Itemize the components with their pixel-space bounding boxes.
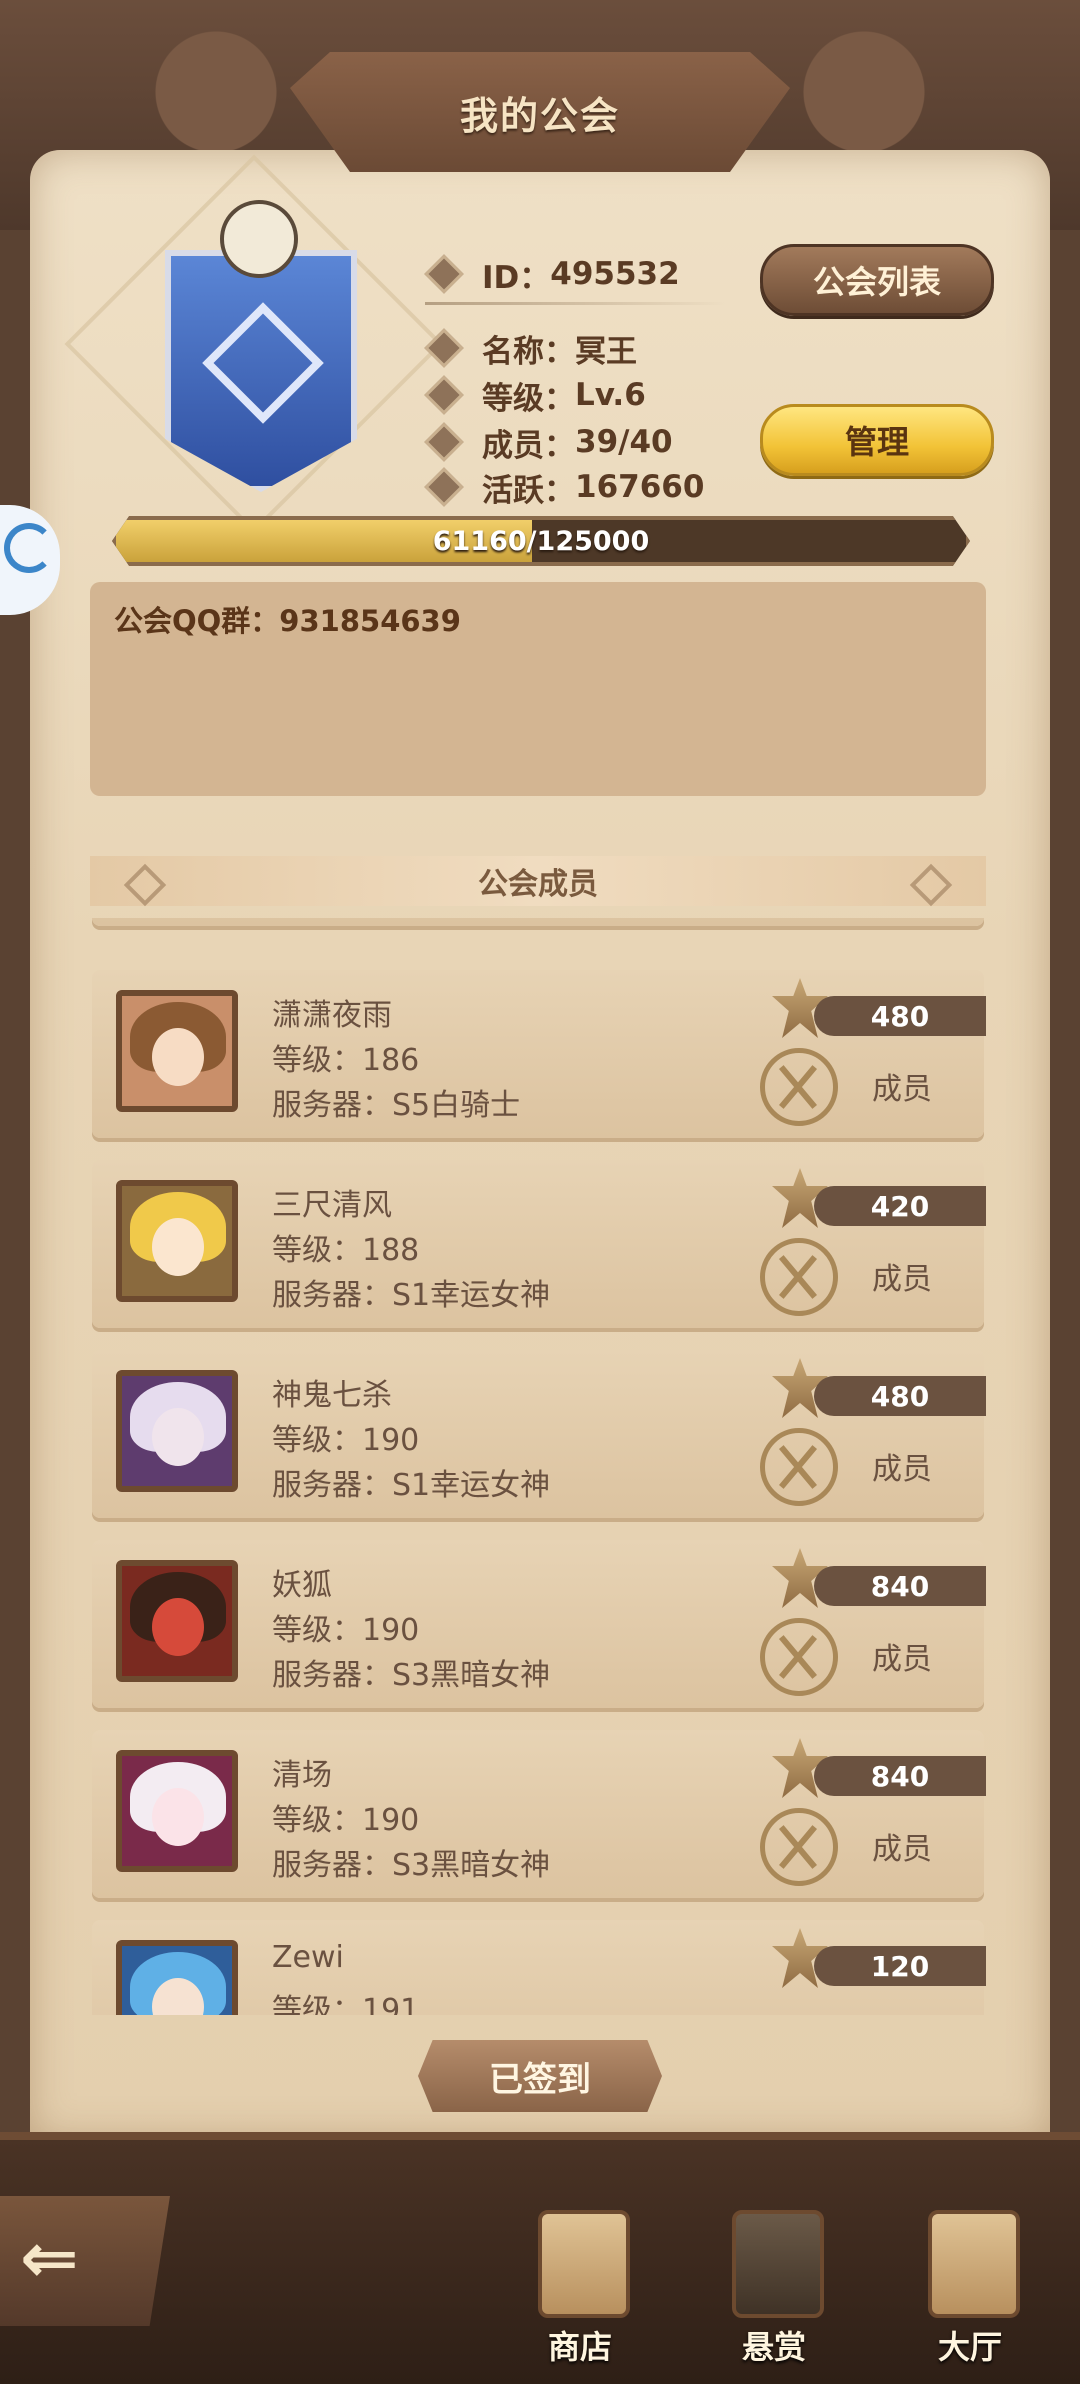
signed-in-button[interactable]: 已签到: [418, 2040, 662, 2112]
member-role: 成员: [872, 1262, 932, 1297]
member-role: 成员: [872, 1832, 932, 1867]
ornament-icon: [123, 863, 167, 907]
contribution-score: 120: [814, 1946, 986, 1986]
guild-id-value: 495532: [550, 256, 680, 292]
member-server: 服务器：S3黑暗女神: [272, 1658, 551, 1693]
announcement-box: 公会QQ群：931854639: [90, 582, 986, 796]
avatar[interactable]: [116, 1180, 238, 1302]
member-level: 等级：188: [272, 1233, 420, 1268]
guild-name-row: 名称： 冥王: [424, 326, 637, 370]
member-name: 潇潇夜雨: [272, 998, 392, 1033]
guild-id-row: ID： 495532: [424, 252, 680, 296]
list-item[interactable]: Zewi 等级：191 120: [92, 1920, 986, 2015]
guild-exp-progress: 61160/125000: [112, 516, 970, 566]
guild-activity-row: 活跃： 167660: [424, 465, 705, 509]
swords-role-icon: [760, 1808, 838, 1886]
member-level: 等级：191: [272, 1993, 420, 2015]
member-role: 成员: [872, 1072, 932, 1107]
guild-id-label: ID：: [482, 259, 551, 296]
avatar[interactable]: [116, 990, 238, 1112]
guild-activity-value: 167660: [575, 469, 705, 505]
title-banner: 我的公会: [290, 52, 790, 172]
diamond-bullet-icon: [424, 254, 464, 294]
nav-hall-label: 大厅: [937, 2328, 1002, 2366]
avatar[interactable]: [116, 1560, 238, 1682]
guild-members-row: 成员： 39/40: [424, 420, 673, 464]
swords-role-icon: [760, 1618, 838, 1696]
diamond-bullet-icon: [424, 422, 464, 462]
diamond-bullet-icon: [424, 467, 464, 507]
avatar[interactable]: [116, 1940, 238, 2015]
guild-members-label: 成员：: [482, 427, 575, 464]
avatar-face: [152, 1028, 204, 1086]
member-role: 成员: [872, 1452, 932, 1487]
member-name: 神鬼七杀: [272, 1378, 392, 1413]
swords-role-icon: [760, 1048, 838, 1126]
member-server: 服务器：S3黑暗女神: [272, 1848, 551, 1883]
guild-members-value: 39/40: [575, 424, 673, 460]
list-item[interactable]: 清场 等级：190 服务器：S3黑暗女神 840 成员: [92, 1730, 986, 1898]
list-item[interactable]: [92, 918, 984, 926]
diamond-bullet-icon: [424, 328, 464, 368]
diamond-bullet-icon: [424, 375, 464, 415]
member-level: 等级：190: [272, 1803, 420, 1838]
members-section-header: 公会成员: [90, 856, 986, 907]
contribution-score: 480: [814, 1376, 986, 1416]
guild-level-label: 等级：: [482, 380, 575, 417]
member-level: 等级：190: [272, 1423, 420, 1458]
shop-icon[interactable]: [538, 2210, 630, 2318]
member-level: 等级：190: [272, 1613, 420, 1648]
bounty-icon[interactable]: [732, 2210, 824, 2318]
nav-shop[interactable]: 商店: [510, 2200, 650, 2370]
member-level: 等级：186: [272, 1043, 420, 1078]
manage-button[interactable]: 管理: [760, 404, 994, 476]
guild-level-value: Lv.6: [575, 377, 646, 413]
member-name: 清场: [272, 1758, 332, 1793]
nav-hall[interactable]: 大厅: [900, 2200, 1040, 2370]
page-title: 我的公会: [459, 93, 620, 138]
member-role: 成员: [872, 1642, 932, 1677]
list-item[interactable]: 三尺清风 等级：188 服务器：S1幸运女神 420 成员: [92, 1160, 986, 1328]
guild-name-label: 名称：: [482, 333, 575, 370]
hall-icon[interactable]: [928, 2210, 1020, 2318]
contribution-score: 840: [814, 1756, 986, 1796]
info-divider: [425, 302, 725, 305]
member-list[interactable]: 潇潇夜雨 等级：186 服务器：S5白骑士 480 成员 三尺清风 等级：188…: [90, 918, 986, 2015]
member-name: Zewi: [272, 1940, 344, 1975]
guild-emblem: [64, 154, 444, 534]
avatar-face: [152, 1788, 204, 1846]
avatar[interactable]: [116, 1750, 238, 1872]
member-server: 服务器：S5白骑士: [272, 1088, 521, 1123]
contribution-score: 840: [814, 1566, 986, 1606]
ornament-icon: [909, 863, 953, 907]
back-arrow-icon[interactable]: ⇐: [20, 2223, 130, 2293]
contribution-score: 480: [814, 996, 986, 1036]
guild-list-button[interactable]: 公会列表: [760, 244, 994, 316]
swords-role-icon: [760, 1428, 838, 1506]
avatar-face: [152, 1218, 204, 1276]
nav-bounty-label: 悬赏: [741, 2328, 806, 2366]
announcement-text: 公会QQ群：931854639: [114, 604, 461, 638]
member-server: 服务器：S1幸运女神: [272, 1468, 551, 1503]
list-item[interactable]: 妖狐 等级：190 服务器：S3黑暗女神 840 成员: [92, 1540, 986, 1708]
avatar-face: [152, 1598, 204, 1656]
guild-activity-label: 活跃：: [482, 472, 575, 509]
member-name: 三尺清风: [272, 1188, 392, 1223]
progress-text: 61160/125000: [432, 525, 650, 557]
guild-level-row: 等级： Lv.6: [424, 373, 646, 417]
skull-icon: [220, 200, 298, 278]
member-name: 妖狐: [272, 1568, 332, 1603]
contribution-score: 420: [814, 1186, 986, 1226]
avatar-face: [152, 1408, 204, 1466]
member-server: 服务器：S1幸运女神: [272, 1278, 551, 1313]
avatar[interactable]: [116, 1370, 238, 1492]
members-header-label: 公会成员: [478, 867, 598, 902]
nav-shop-label: 商店: [547, 2328, 612, 2366]
nav-bounty[interactable]: 悬赏: [704, 2200, 844, 2370]
swords-role-icon: [760, 1238, 838, 1316]
guild-name-value: 冥王: [575, 333, 637, 370]
list-item[interactable]: 潇潇夜雨 等级：186 服务器：S5白骑士 480 成员: [92, 970, 986, 1138]
list-item[interactable]: 神鬼七杀 等级：190 服务器：S1幸运女神 480 成员: [92, 1350, 986, 1518]
